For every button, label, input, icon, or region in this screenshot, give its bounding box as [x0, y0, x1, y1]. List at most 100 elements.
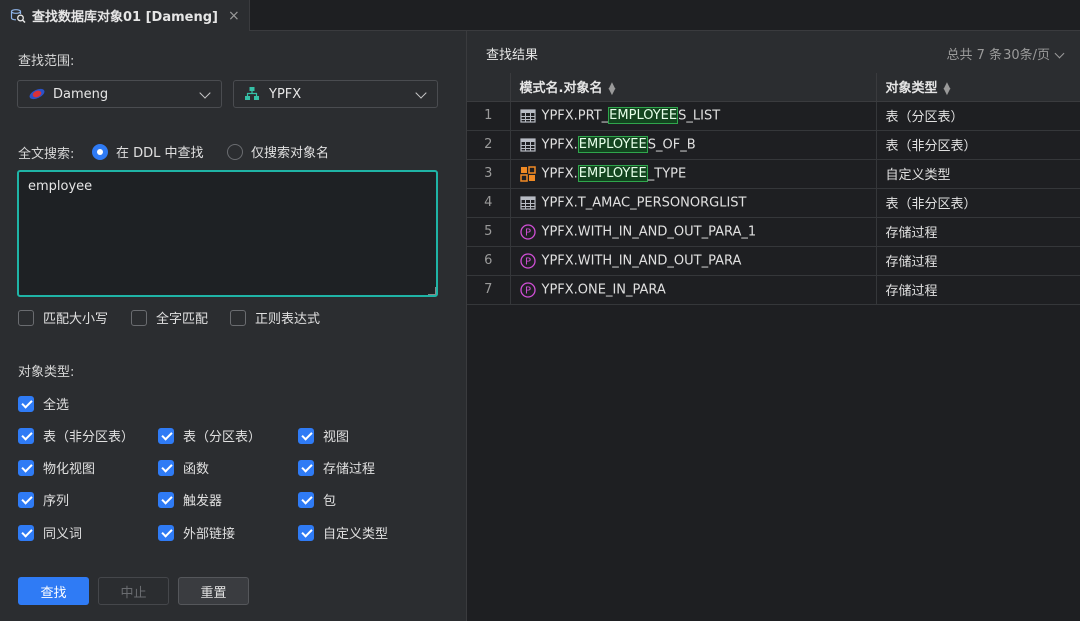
- sort-icon[interactable]: ▲ ▼: [944, 81, 951, 96]
- checkbox-checked-icon: [298, 427, 314, 444]
- checkbox-checked-icon: [18, 459, 34, 476]
- column-name-label: 模式名.对象名: [519, 81, 603, 97]
- keyword-input[interactable]: employee: [17, 170, 438, 297]
- checkbox-checked-icon: [298, 491, 314, 508]
- checkbox-checked-icon: [158, 524, 174, 541]
- table-row[interactable]: 5 P YPFX.WITH_IN_AND_OUT_PARA_1 存储过程: [467, 217, 1080, 247]
- column-header-name[interactable]: 模式名.对象名 ▲ ▼: [510, 73, 877, 102]
- table-icon: [519, 137, 536, 153]
- type-checkbox[interactable]: 触发器: [158, 490, 222, 509]
- object-name-cell[interactable]: P YPFX.WITH_IN_AND_OUT_PARA_1: [510, 217, 877, 247]
- table-row[interactable]: 4 YPFX.T_AMAC_PERSONORGLIST 表（非分区表）: [467, 188, 1080, 218]
- type-checkbox[interactable]: 函数: [158, 458, 209, 477]
- dameng-logo-icon: [28, 86, 45, 102]
- table-row[interactable]: 3 YPFX.EMPLOYEE_TYPE 自定义类型: [467, 159, 1080, 189]
- object-type-cell: 表（分区表）: [876, 101, 1080, 131]
- type-label: 视图: [323, 430, 350, 445]
- type-checkbox[interactable]: 自定义类型: [298, 523, 388, 542]
- table-icon: [519, 108, 536, 124]
- results-panel: 查找结果 总共 7 条 30条/页 模式名.对象名 ▲ ▼ 对象类型 ▲ ▼ 1 YPFX…: [466, 31, 1080, 621]
- type-checkbox[interactable]: 视图: [298, 426, 349, 445]
- type-label: 存储过程: [323, 462, 376, 477]
- type-checkbox[interactable]: 同义词: [18, 523, 82, 542]
- type-label: 序列: [43, 494, 70, 509]
- checkbox-icon: [131, 309, 147, 326]
- radio-search-name-only[interactable]: 仅搜索对象名: [227, 142, 329, 161]
- option-regex[interactable]: 正则表达式: [230, 308, 320, 327]
- type-label: 全选: [43, 398, 70, 413]
- option-match-case[interactable]: 匹配大小写: [18, 308, 108, 327]
- schema-select[interactable]: YPFX: [233, 80, 438, 108]
- object-name-cell[interactable]: P YPFX.ONE_IN_PARA: [510, 275, 877, 305]
- type-label: 表（非分区表）: [43, 430, 135, 445]
- checkbox-checked-icon: [298, 459, 314, 476]
- object-type-cell: 存储过程: [876, 246, 1080, 276]
- tab-title: 查找数据库对象01 [Dameng]: [32, 10, 218, 25]
- type-checkbox[interactable]: 存储过程: [298, 458, 375, 477]
- match-highlight: EMPLOYEE: [608, 107, 679, 124]
- object-name-text: YPFX.PRT_: [541, 108, 609, 123]
- row-number: 6: [467, 246, 511, 276]
- type-checkbox[interactable]: 表（非分区表）: [18, 426, 134, 445]
- chevron-down-icon: [415, 87, 427, 99]
- object-type-cell: 存储过程: [876, 217, 1080, 247]
- type-label: 外部链接: [183, 527, 236, 542]
- sort-icon[interactable]: ▲ ▼: [608, 81, 615, 96]
- tab-bar: 查找数据库对象01 [Dameng] ×: [0, 0, 1080, 31]
- schema-value: YPFX: [269, 86, 302, 102]
- type-checkbox[interactable]: 包: [298, 490, 336, 509]
- type-label: 触发器: [183, 494, 223, 509]
- object-name-cell[interactable]: YPFX.PRT_EMPLOYEES_LIST: [510, 101, 877, 131]
- type-checkbox[interactable]: 序列: [18, 490, 69, 509]
- object-type-cell: 表（非分区表）: [876, 130, 1080, 160]
- object-name-text: YPFX.WITH_IN_AND_OUT_PARA: [541, 253, 742, 268]
- object-type-cell: 自定义类型: [876, 159, 1080, 189]
- fulltext-label: 全文搜索:: [18, 147, 75, 162]
- table-row[interactable]: 7 P YPFX.ONE_IN_PARA 存储过程: [467, 275, 1080, 305]
- table-row[interactable]: 1 YPFX.PRT_EMPLOYEES_LIST 表（分区表）: [467, 101, 1080, 131]
- db-search-icon: [10, 8, 26, 24]
- table-row[interactable]: 2 YPFX.EMPLOYEES_OF_B 表（非分区表）: [467, 130, 1080, 160]
- procedure-icon: P: [519, 281, 536, 298]
- search-panel: 查找范围: Dameng YPFX 全文搜索: 在 DDL 中查找 仅搜索对象名…: [0, 31, 466, 621]
- radio-ddl-label: 在 DDL 中查找: [116, 146, 204, 161]
- type-checkbox[interactable]: 外部链接: [158, 523, 235, 542]
- option-whole-word[interactable]: 全字匹配: [131, 308, 208, 327]
- table-header-row: 模式名.对象名 ▲ ▼ 对象类型 ▲ ▼: [467, 73, 1080, 102]
- object-name-text: YPFX.: [541, 166, 578, 181]
- object-name-text: YPFX.WITH_IN_AND_OUT_PARA_1: [541, 224, 757, 239]
- object-name-text: _TYPE: [647, 166, 687, 181]
- object-name-text: S_LIST: [678, 108, 721, 123]
- type-label: 包: [323, 494, 337, 509]
- row-number: 3: [467, 159, 511, 189]
- type-label: 物化视图: [43, 462, 96, 477]
- checkbox-checked-icon: [158, 459, 174, 476]
- find-button[interactable]: 查找: [18, 577, 89, 605]
- procedure-icon: P: [519, 252, 536, 269]
- checkbox-checked-icon: [158, 427, 174, 444]
- reset-button[interactable]: 重置: [178, 577, 249, 605]
- object-name-cell[interactable]: YPFX.EMPLOYEES_OF_B: [510, 130, 877, 160]
- object-name-cell[interactable]: P YPFX.WITH_IN_AND_OUT_PARA: [510, 246, 877, 276]
- table-row[interactable]: 6 P YPFX.WITH_IN_AND_OUT_PARA 存储过程: [467, 246, 1080, 276]
- column-header-type[interactable]: 对象类型 ▲ ▼: [876, 73, 1080, 102]
- type-checkbox[interactable]: 表（分区表）: [158, 426, 261, 445]
- results-title: 查找结果: [486, 48, 539, 63]
- close-icon[interactable]: ×: [228, 8, 240, 24]
- page-size-select[interactable]: 30条/页: [1003, 44, 1065, 63]
- type-select-all[interactable]: 全选: [18, 394, 69, 413]
- connection-select[interactable]: Dameng: [17, 80, 222, 108]
- radio-search-ddl[interactable]: 在 DDL 中查找: [92, 142, 204, 161]
- chevron-down-icon: [199, 87, 211, 99]
- checkbox-checked-icon: [18, 395, 34, 412]
- object-name-cell[interactable]: YPFX.T_AMAC_PERSONORGLIST: [510, 188, 877, 218]
- connection-value: Dameng: [53, 86, 109, 102]
- checkbox-checked-icon: [18, 524, 34, 541]
- object-name-cell[interactable]: YPFX.EMPLOYEE_TYPE: [510, 159, 877, 189]
- type-label: 自定义类型: [323, 527, 389, 542]
- type-checkbox[interactable]: 物化视图: [18, 458, 95, 477]
- stop-button[interactable]: 中止: [98, 577, 169, 605]
- resize-grip-icon[interactable]: [428, 287, 436, 295]
- tab-find-objects[interactable]: 查找数据库对象01 [Dameng] ×: [0, 0, 250, 31]
- checkbox-checked-icon: [298, 524, 314, 541]
